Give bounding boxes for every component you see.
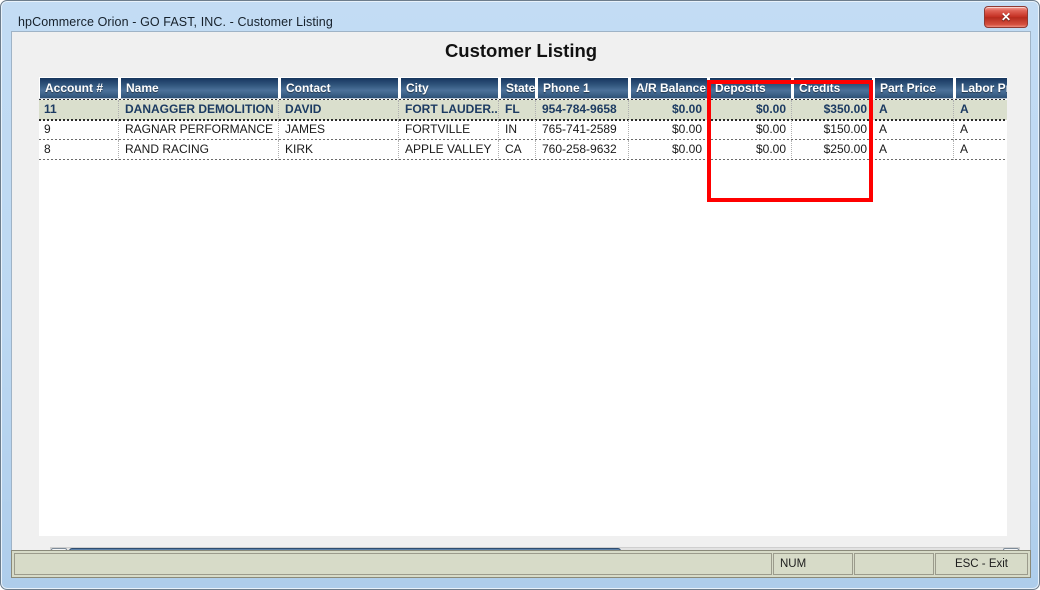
cell-state[interactable]: CA [500,140,536,160]
grid-header-phone1[interactable]: Phone 1 [537,77,629,99]
cell-account[interactable]: 11 [39,100,119,120]
row-separator [39,159,1007,160]
status-panel-3: ESC - Exit [935,553,1028,575]
grid-header-label: City [406,81,429,95]
status-panel-0 [14,553,772,575]
app-root: hpCommerce Orion - GO FAST, INC. - Custo… [0,0,1040,590]
cell-city[interactable]: FORT LAUDER... [400,100,499,120]
grid-header-deposits[interactable]: Deposits [709,77,792,99]
table-row[interactable]: 8 RAND RACING KIRK APPLE VALLEY CA 760-258-96… [39,140,1007,160]
cell-name[interactable]: DANAGGER DEMOLITION [120,100,279,120]
grid-header-label: Name [126,81,159,95]
grid-header-name[interactable]: Name [120,77,279,99]
cell-account[interactable]: 9 [39,120,119,140]
cell-deposits[interactable]: $0.00 [709,100,792,120]
grid-header-credits[interactable]: Credits [793,77,873,99]
grid-header-label: Account # [45,81,104,95]
cell-phone1[interactable]: 954-784-9658 [537,100,629,120]
close-button[interactable]: ✕ [984,6,1028,28]
cell-state[interactable]: IN [500,120,536,140]
grid-header-label: Deposits [715,81,766,95]
grid-header-state[interactable]: State [500,77,536,99]
cell-phone1[interactable]: 765-741-2589 [537,120,629,140]
cell-labor[interactable]: A [955,140,1007,160]
grid-header-ar[interactable]: A/R Balance [630,77,708,99]
cell-contact[interactable]: KIRK [280,140,399,160]
cell-state[interactable]: FL [500,100,536,120]
cell-contact[interactable]: DAVID [280,100,399,120]
customer-listing-grid[interactable]: Account # Name Contact City State Phone 1 A/R … [39,77,1007,536]
grid-header-label: State [506,81,536,95]
grid-header-city[interactable]: City [400,77,499,99]
status-panel-2 [854,553,934,575]
status-bar: NUM ESC - Exit [11,550,1031,578]
client-area: Customer Listing Account # Name Contact Cit… [11,31,1031,576]
cell-labor[interactable]: A [955,100,1007,120]
status-panel-1: NUM [773,553,853,575]
cell-phone1[interactable]: 760-258-9632 [537,140,629,160]
window-frame: hpCommerce Orion - GO FAST, INC. - Custo… [0,0,1040,590]
grid-header-label: A/R Balance [636,81,707,95]
cell-deposits[interactable]: $0.00 [709,120,792,140]
cell-labor[interactable]: A [955,120,1007,140]
cell-account[interactable]: 8 [39,140,119,160]
cell-city[interactable]: FORTVILLE [400,120,499,140]
grid-header-label: Credits [799,81,841,95]
cell-name[interactable]: RAGNAR PERFORMANCE [120,120,279,140]
grid-header-label: Contact [286,81,331,95]
cell-contact[interactable]: JAMES [280,120,399,140]
grid-header-part[interactable]: Part Price [874,77,954,99]
cell-city[interactable]: APPLE VALLEY [400,140,499,160]
cell-deposits[interactable]: $0.00 [709,140,792,160]
grid-header-label: Labor Price [961,81,1007,95]
grid-header-label: Phone 1 [543,81,590,95]
title-bar[interactable]: hpCommerce Orion - GO FAST, INC. - Custo… [5,5,1037,29]
cell-part[interactable]: A [874,140,954,160]
table-row[interactable]: 11 DANAGGER DEMOLITION DAVID FORT LAUDER...… [39,100,1007,120]
cell-ar[interactable]: $0.00 [630,100,708,120]
grid-header-account[interactable]: Account # [39,77,119,99]
cell-part[interactable]: A [874,120,954,140]
close-icon: ✕ [1000,10,1012,24]
cell-ar[interactable]: $0.00 [630,120,708,140]
cell-credits[interactable]: $350.00 [793,100,873,120]
window-title: hpCommerce Orion - GO FAST, INC. - Custo… [18,15,333,29]
grid-header-row: Account # Name Contact City State Phone 1 A/R … [39,77,1007,99]
cell-credits[interactable]: $150.00 [793,120,873,140]
cell-credits[interactable]: $250.00 [793,140,873,160]
table-row[interactable]: 9 RAGNAR PERFORMANCE JAMES FORTVILLE IN 765-7… [39,120,1007,140]
grid-header-contact[interactable]: Contact [280,77,399,99]
page-title: Customer Listing [444,40,598,61]
cell-part[interactable]: A [874,100,954,120]
grid-header-labor[interactable]: Labor Price [955,77,1007,99]
cell-name[interactable]: RAND RACING [120,140,279,160]
grid-header-label: Part Price [880,81,937,95]
cell-ar[interactable]: $0.00 [630,140,708,160]
